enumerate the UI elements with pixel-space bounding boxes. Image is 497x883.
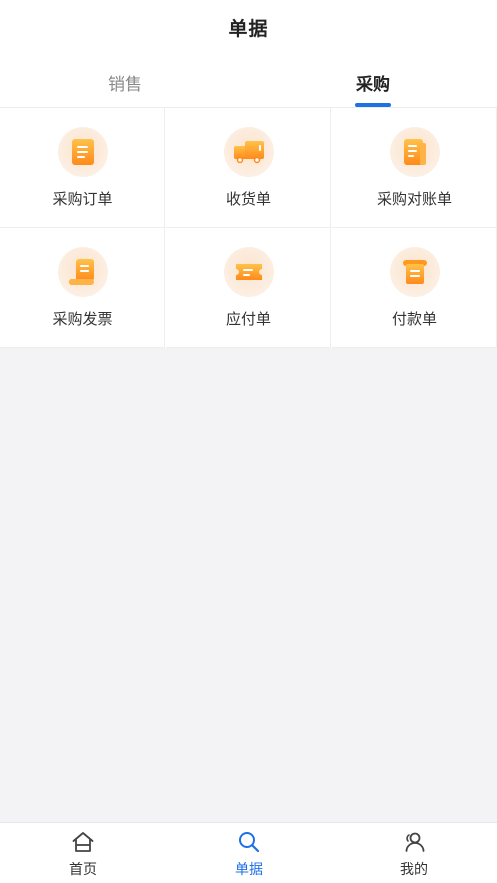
reconciliation-icon [390,127,440,177]
document-grid: 采购订单 收货单 采购对账单 采购发票 应付单 付款单 [0,108,497,348]
home-icon [72,832,94,852]
grid-item-purchase-invoice[interactable]: 采购发票 [0,228,165,348]
tab-sales[interactable]: 销售 [45,70,205,95]
app-root: 单据 销售 采购 采购订单 收货单 采购对账单 采购发票 应付单 付款单 首页 … [0,0,497,883]
grid-item-purchase-order[interactable]: 采购订单 [0,108,165,228]
payable-ticket-icon [224,247,274,297]
delivery-truck-icon [224,127,274,177]
nav-label-documents: 单据 [235,862,263,878]
grid-item-label: 应付单 [225,310,271,328]
nav-item-profile[interactable]: 我的 [331,823,497,883]
grid-item-label: 采购订单 [52,190,113,208]
grid-item-payable[interactable]: 应付单 [166,228,331,348]
profile-icon [405,832,425,852]
search-icon [239,832,260,853]
active-tab-indicator [355,103,391,107]
nav-item-documents[interactable]: 单据 [166,823,332,883]
invoice-scroll-icon [58,247,108,297]
grid-item-label: 采购对账单 [376,190,452,208]
top-bar: 单据 销售 采购 [0,0,497,108]
nav-label-profile: 我的 [400,862,428,878]
grid-item-label: 采购发票 [52,310,113,328]
nav-item-home[interactable]: 首页 [0,823,166,883]
tab-purchase[interactable]: 采购 [293,70,453,95]
grid-item-label: 付款单 [391,310,437,328]
bottom-nav: 首页 单据 我的 [0,822,497,883]
payment-scroll-icon [390,247,440,297]
page-title: 单据 [228,18,269,40]
grid-item-label: 收货单 [225,190,271,208]
grid-item-delivery-note[interactable]: 收货单 [166,108,331,228]
nav-label-home: 首页 [69,862,97,878]
purchase-order-icon [58,127,108,177]
grid-item-payment[interactable]: 付款单 [332,228,497,348]
grid-item-reconciliation[interactable]: 采购对账单 [332,108,497,228]
